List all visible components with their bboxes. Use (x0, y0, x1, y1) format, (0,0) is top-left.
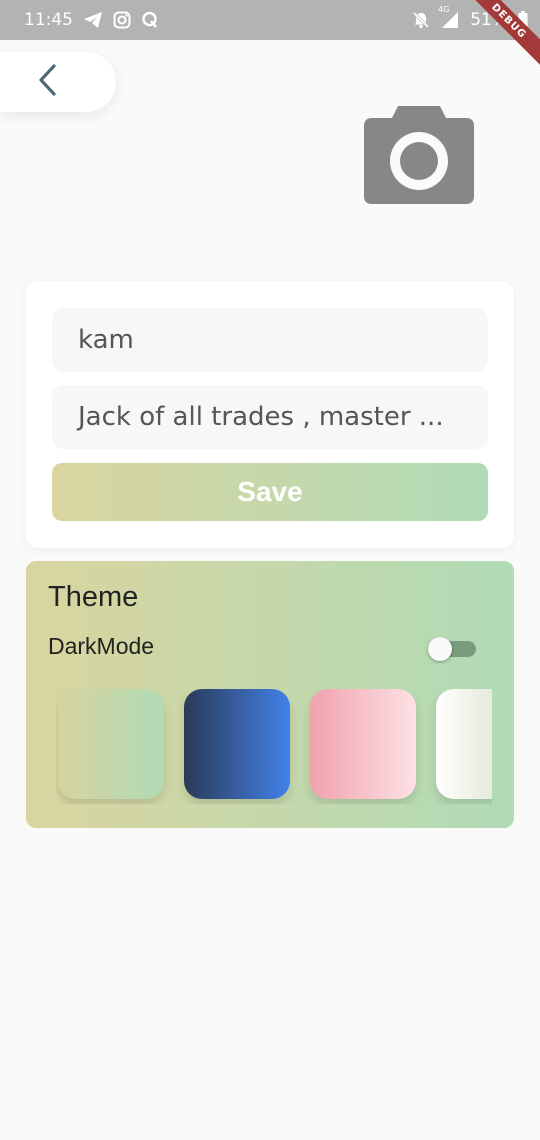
name-field[interactable]: kam (52, 308, 488, 372)
theme-title: Theme (48, 581, 139, 613)
chevron-left-icon (36, 63, 58, 101)
save-button[interactable]: Save (52, 463, 488, 521)
theme-swatch-white-sage[interactable] (436, 689, 492, 799)
status-bar-left: 11:45 (24, 10, 159, 30)
theme-swatch-pink-blush[interactable] (310, 689, 416, 799)
telegram-icon (83, 11, 103, 29)
dark-mode-toggle[interactable] (428, 637, 476, 661)
theme-card: Theme DarkMode (26, 561, 514, 828)
bio-field[interactable]: Jack of all trades , master ... (52, 385, 488, 449)
network-type: 4G (438, 5, 450, 14)
instagram-icon (113, 11, 131, 29)
camera-button[interactable] (364, 104, 474, 204)
status-bar: 11:45 4G 51% DEBUG (0, 0, 540, 74)
status-time: 11:45 (24, 10, 73, 30)
theme-swatch-olive-mint[interactable] (58, 689, 164, 799)
dark-mode-label: DarkMode (48, 633, 155, 659)
notifications-off-icon (412, 11, 430, 29)
back-button[interactable] (0, 52, 116, 112)
profile-card: kam Jack of all trades , master ... Save (26, 281, 514, 548)
theme-swatch-navy-blue[interactable] (184, 689, 290, 799)
quora-icon (141, 11, 159, 29)
signal-icon: 4G (438, 5, 460, 29)
camera-icon (364, 106, 474, 208)
theme-swatch-list[interactable] (56, 689, 492, 804)
toggle-thumb (428, 637, 452, 661)
